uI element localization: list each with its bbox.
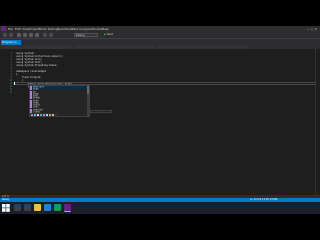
menu-file[interactable]: File bbox=[8, 27, 13, 32]
back-icon[interactable] bbox=[3, 33, 7, 37]
undo-icon[interactable] bbox=[43, 33, 47, 37]
solution-config-select[interactable]: Debug bbox=[74, 33, 98, 37]
save-icon[interactable] bbox=[29, 33, 33, 37]
start-label: Start bbox=[106, 33, 114, 36]
line-number: 14 bbox=[9, 91, 12, 94]
code-editor[interactable] bbox=[0, 49, 320, 195]
app-icon[interactable] bbox=[54, 204, 61, 211]
menu-analyze[interactable]: Analyze bbox=[79, 27, 91, 32]
open-file-icon[interactable] bbox=[23, 33, 27, 37]
code-line: namespace ConsoleApp1 bbox=[16, 70, 47, 73]
task-view-icon[interactable] bbox=[24, 204, 31, 211]
vs-logo-icon bbox=[1, 26, 6, 31]
redo-icon[interactable] bbox=[49, 33, 53, 37]
window-controls[interactable]: — ▢ ✕ bbox=[307, 27, 317, 32]
filter-property-icon[interactable] bbox=[46, 113, 48, 116]
filter-field-icon[interactable] bbox=[37, 113, 39, 116]
save-all-icon[interactable] bbox=[35, 33, 39, 37]
visual-studio-taskbar-icon[interactable] bbox=[64, 204, 71, 212]
intellisense-tooltip bbox=[90, 110, 112, 113]
filter-event-icon[interactable] bbox=[49, 113, 51, 116]
windows-start-icon[interactable] bbox=[2, 204, 10, 212]
letterbox-bottom bbox=[0, 214, 320, 240]
file-explorer-icon[interactable] bbox=[34, 204, 41, 211]
menu-help[interactable]: Help bbox=[102, 27, 109, 32]
toolbar bbox=[0, 32, 320, 39]
letterbox-top bbox=[0, 0, 320, 26]
search-icon[interactable] bbox=[14, 204, 21, 211]
menu-edit[interactable]: Edit bbox=[15, 27, 21, 32]
menu-project[interactable]: Project bbox=[29, 27, 39, 32]
text-caret bbox=[14, 82, 15, 85]
new-project-icon[interactable] bbox=[17, 33, 21, 37]
menu-test[interactable]: Test bbox=[72, 27, 78, 32]
menu-build[interactable]: Build bbox=[39, 27, 47, 32]
forward-icon[interactable] bbox=[9, 33, 13, 37]
start-button[interactable]: ▶ Start bbox=[104, 33, 118, 37]
filter-enum-icon[interactable] bbox=[52, 113, 54, 116]
filter-namespace-icon[interactable] bbox=[43, 113, 45, 116]
filter-class-icon[interactable] bbox=[34, 113, 36, 116]
play-icon: ▶ bbox=[104, 33, 106, 36]
filter-keyword-icon[interactable] bbox=[40, 113, 42, 116]
editor-vertical-scrollbar[interactable] bbox=[315, 49, 320, 195]
code-line: using System.Threading.Tasks; bbox=[16, 64, 58, 67]
edge-icon[interactable] bbox=[44, 204, 51, 211]
menu-team[interactable]: Team bbox=[57, 27, 65, 32]
filter-method-icon[interactable] bbox=[31, 113, 33, 116]
intellisense-scroll-thumb[interactable] bbox=[87, 86, 89, 94]
code-line: { bbox=[16, 85, 29, 88]
